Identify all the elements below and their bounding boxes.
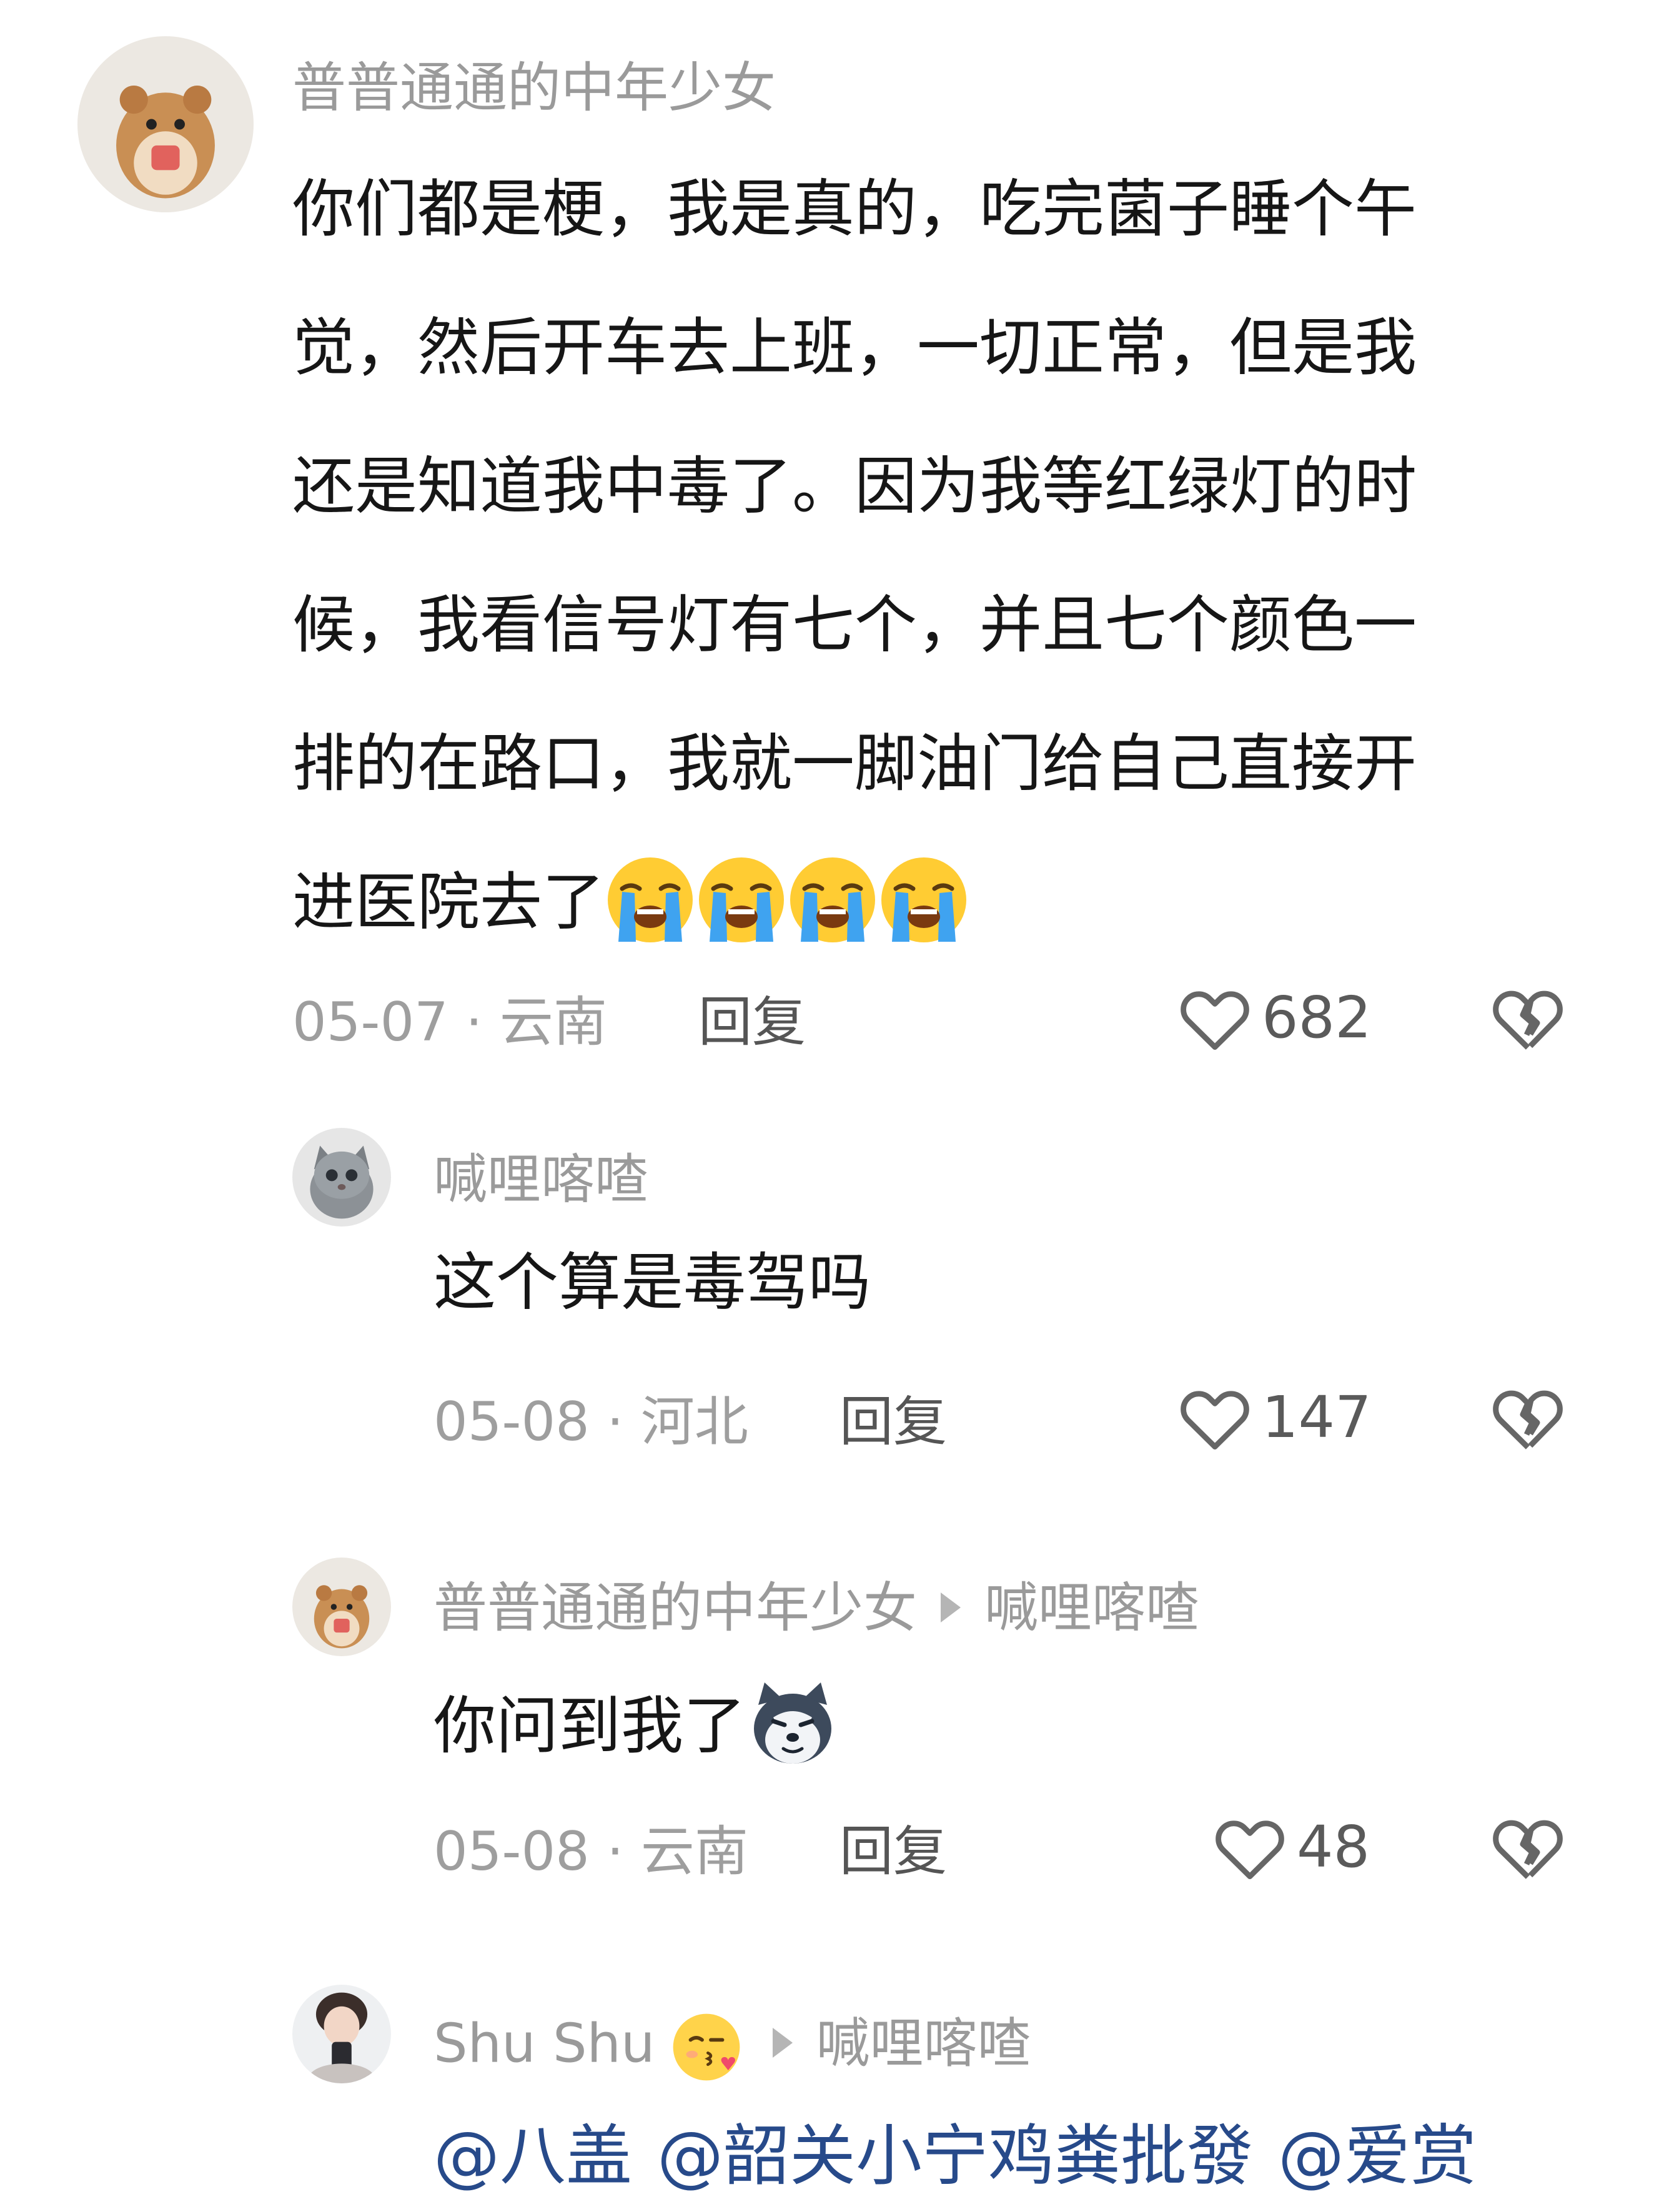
comment-line: 排的在路口，我就一脚油门给自己直接开	[292, 727, 1417, 800]
comment-username-row: Shu Shu 喊哩喀喳	[433, 2011, 1031, 2083]
reply-button[interactable]: 回复	[839, 1825, 947, 1879]
comment-meta: 05-07 · 云南	[292, 991, 607, 1054]
avatar[interactable]	[292, 1128, 391, 1227]
like-button[interactable]: 682	[1178, 984, 1372, 1052]
person-selfie-avatar-icon	[292, 1985, 391, 2083]
like-button[interactable]: 48	[1213, 1814, 1370, 1881]
comment-line: 还是知道我中毒了。因为我等红绿灯的时	[292, 450, 1417, 523]
comment-username[interactable]: 普普通通的中年少女	[433, 1577, 917, 1639]
hamster-avatar-icon	[292, 1558, 391, 1656]
broken-heart-icon	[1493, 1820, 1563, 1879]
broken-heart-icon	[1493, 1390, 1563, 1449]
hamster-avatar-icon	[77, 36, 254, 212]
heart-outline-icon	[1216, 1820, 1284, 1880]
reply-button[interactable]: 回复	[698, 995, 806, 1049]
comment-line: 觉，然后开车去上班，一切正常，但是我	[292, 311, 1417, 384]
comment-line: 你们都是梗，我是真的，吃完菌子睡个午	[292, 172, 1417, 245]
avatar[interactable]	[77, 36, 254, 212]
like-count: 48	[1297, 1814, 1370, 1880]
heart-outline-icon	[1181, 991, 1249, 1050]
comment-username[interactable]: Shu Shu	[433, 2012, 655, 2075]
reply-target-username[interactable]: 喊哩喀喳	[816, 2012, 1031, 2075]
comment-meta: 05-08 · 云南	[433, 1820, 748, 1883]
comment-line: 候，我看信号灯有七个，并且七个颜色一	[292, 588, 1417, 661]
mention-link[interactable]: @八盖	[433, 2118, 632, 2195]
loudly-crying-face-icon	[605, 854, 971, 946]
avatar[interactable]	[292, 1985, 391, 2083]
comment-username[interactable]: 普普通通的中年少女	[292, 61, 776, 115]
like-count: 147	[1262, 1384, 1372, 1451]
comment-body: 你问到我了	[433, 1676, 839, 1776]
comment-line-text: 进医院去了	[292, 866, 605, 939]
heart-outline-icon	[1181, 1391, 1249, 1450]
comment-username[interactable]: 喊哩喀喳	[433, 1153, 648, 1207]
dislike-button[interactable]	[1490, 1383, 1565, 1453]
comment-line: 进医院去了	[292, 833, 1417, 972]
mention-link[interactable]: @爱赏	[1278, 2118, 1477, 2195]
face-blowing-kiss-icon	[670, 2011, 743, 2083]
reply-arrow-icon	[941, 1592, 961, 1622]
comment-body: 你们都是梗，我是真的，吃完菌子睡个午 觉，然后开车去上班，一切正常，但是我 还是…	[292, 140, 1417, 972]
reply-target-username[interactable]: 喊哩喀喳	[984, 1577, 1199, 1639]
comment-meta: 05-08 · 河北	[433, 1391, 748, 1453]
reply-button[interactable]: 回复	[839, 1395, 947, 1449]
grey-cat-avatar-icon	[292, 1128, 391, 1227]
broken-heart-icon	[1493, 990, 1563, 1050]
comment-username-row: 普普通通的中年少女 喊哩喀喳	[433, 1581, 1199, 1635]
avatar[interactable]	[292, 1558, 391, 1656]
husky-dog-face-icon	[746, 1680, 839, 1767]
mention-row: @八盖 @韶关小宁鸡粪批發 @爱赏	[433, 2123, 1502, 2190]
like-count: 682	[1262, 984, 1372, 1051]
dislike-button[interactable]	[1490, 983, 1565, 1053]
comment-line-text: 你问到我了	[433, 1689, 746, 1762]
like-button[interactable]: 147	[1178, 1384, 1372, 1451]
mention-link[interactable]: @韶关小宁鸡粪批發	[657, 2118, 1253, 2195]
dislike-button[interactable]	[1490, 1812, 1565, 1882]
comment-body: 这个算是毒驾吗	[433, 1246, 871, 1319]
reply-arrow-icon	[772, 2028, 793, 2058]
